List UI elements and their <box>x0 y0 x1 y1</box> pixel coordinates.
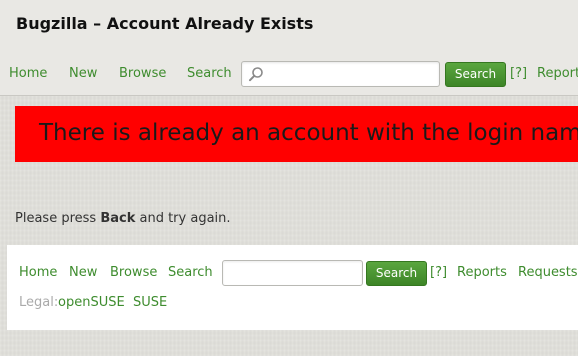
footer-search-button[interactable]: Search <box>366 261 427 286</box>
quicksearch-box[interactable] <box>241 61 440 87</box>
footer-search-link[interactable]: Search <box>168 265 213 280</box>
page-title: Bugzilla – Account Already Exists <box>16 14 314 33</box>
instruction-back-keyword: Back <box>100 211 136 226</box>
footer-reports-link[interactable]: Reports <box>457 265 507 280</box>
footer-quicksearch-box[interactable] <box>222 260 363 286</box>
footer-browse-link[interactable]: Browse <box>110 265 157 280</box>
instruction-suffix: and try again. <box>135 211 231 226</box>
quicksearch-help-link[interactable]: [?] <box>510 66 527 81</box>
nav-home-link[interactable]: Home <box>9 66 47 81</box>
footer-new-link[interactable]: New <box>69 265 97 280</box>
search-icon <box>249 67 263 82</box>
quicksearch-input[interactable] <box>266 64 438 86</box>
nav-reports-link[interactable]: Report <box>537 66 578 81</box>
error-banner: There is already an account with the log… <box>15 106 578 162</box>
footer-help-link[interactable]: [?] <box>430 265 447 280</box>
footer-nav: Home New Browse Search Search [?] Report… <box>7 260 578 288</box>
quicksearch-button[interactable]: Search <box>445 62 506 87</box>
nav-new-link[interactable]: New <box>69 66 97 81</box>
legal-opensuse-link[interactable]: openSUSE <box>58 295 125 310</box>
nav-search-link[interactable]: Search <box>187 66 232 81</box>
nav-browse-link[interactable]: Browse <box>119 66 166 81</box>
top-nav: Home New Browse Search Search [?] Report <box>0 61 578 88</box>
footer-quicksearch-input[interactable] <box>227 263 361 285</box>
footer-requests-link[interactable]: Requests <box>518 265 578 280</box>
page-footer: Home New Browse Search Search [?] Report… <box>7 245 578 330</box>
error-message: There is already an account with the log… <box>39 120 578 146</box>
page-header: Bugzilla – Account Already Exists Home N… <box>0 0 578 96</box>
legal-suse-link[interactable]: SUSE <box>133 295 167 310</box>
instruction-prefix: Please press <box>15 211 101 226</box>
instruction-text: Please press Back and try again. <box>15 211 231 226</box>
legal-label: Legal: <box>19 295 59 310</box>
footer-home-link[interactable]: Home <box>19 265 57 280</box>
legal-links: Legal: openSUSE SUSE <box>7 295 578 315</box>
